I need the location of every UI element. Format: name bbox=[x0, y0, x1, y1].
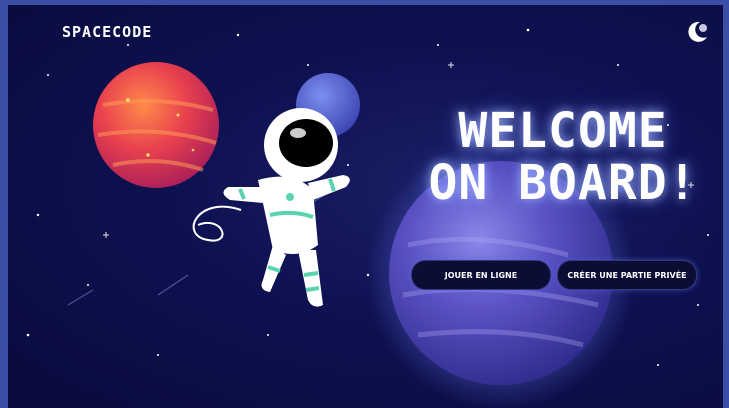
moon-icon bbox=[688, 21, 707, 42]
app-frame: SPACECODE WELCOME ON BOARD! JOUER EN LIG… bbox=[0, 0, 729, 408]
spacecode-logo: SPACECODE bbox=[62, 23, 153, 41]
welcome-headline: WELCOME ON BOARD! bbox=[413, 105, 713, 209]
create-private-game-button[interactable]: CRÉER UNE PARTIE PRIVÉE bbox=[557, 260, 697, 290]
home-screen: SPACECODE WELCOME ON BOARD! JOUER EN LIG… bbox=[8, 5, 723, 408]
theme-toggle-button[interactable] bbox=[684, 19, 710, 45]
play-online-button[interactable]: JOUER EN LIGNE bbox=[411, 260, 551, 290]
headline-line-1: WELCOME bbox=[458, 103, 668, 159]
headline-line-2: ON BOARD! bbox=[428, 155, 698, 211]
